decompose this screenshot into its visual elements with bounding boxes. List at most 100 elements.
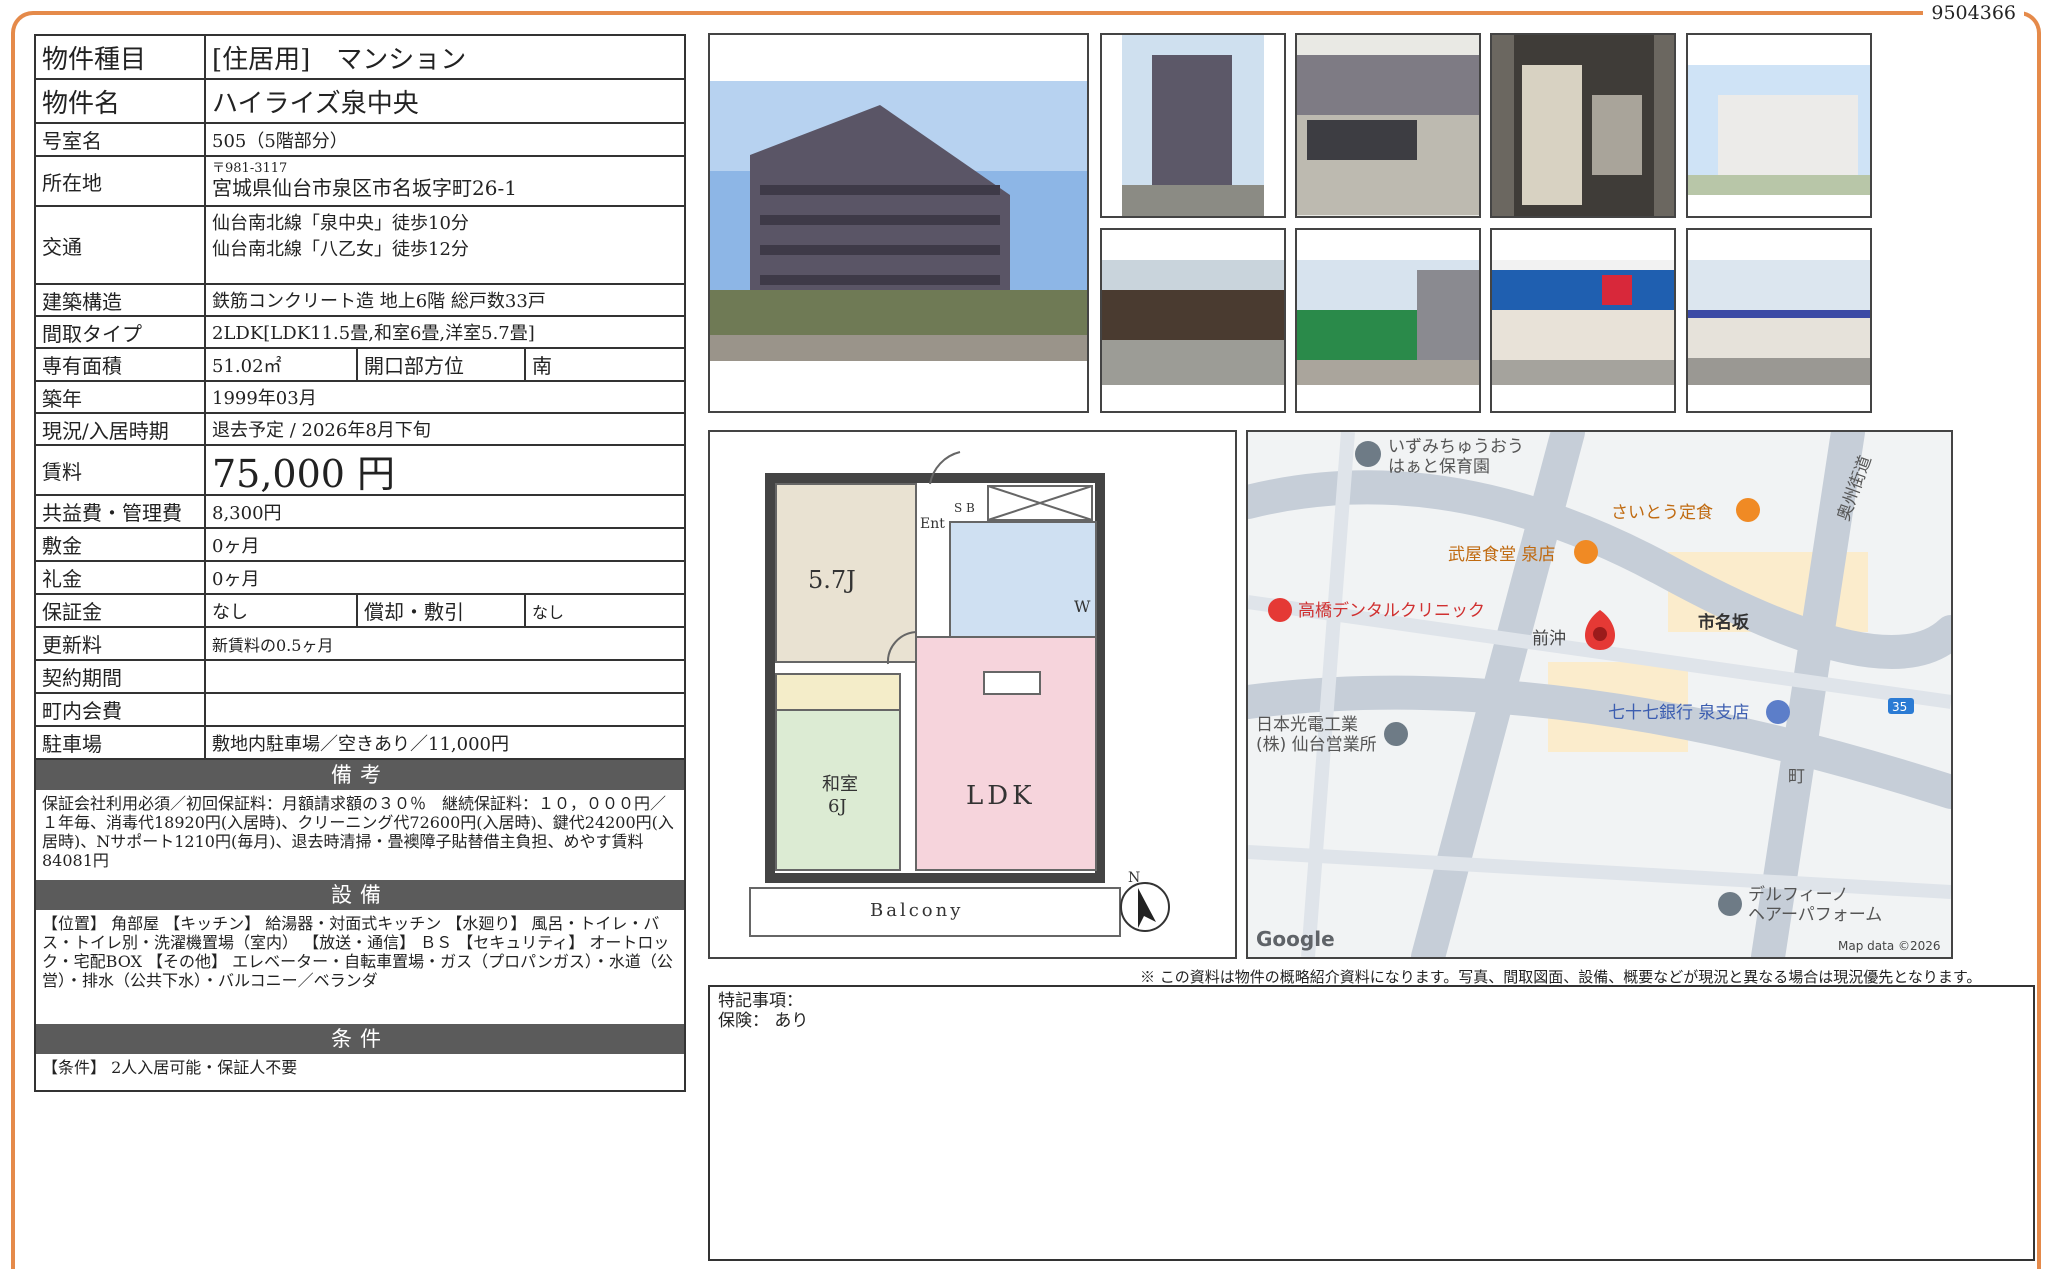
name-value: ハイライズ泉中央: [212, 88, 419, 119]
deposit-value: 0ヶ月: [212, 535, 260, 557]
thumb-mailbox-image: [1492, 35, 1674, 216]
remarks-text: 保証会社利用必須／初回保証料：月額請求額の３０％ 継続保証料：１０，０００円／１…: [42, 794, 674, 870]
thumb-pharmacy: [1490, 228, 1676, 413]
built-value: 1999年03月: [212, 388, 317, 409]
washer-label: W: [1074, 597, 1091, 616]
fee-value: 8,300円: [212, 502, 282, 524]
conditions-band: 条件: [36, 1024, 684, 1054]
type-label: 物件種目: [36, 36, 206, 78]
address-value: 宮城県仙台市泉区市名坂字町26-1: [212, 176, 517, 200]
thumb-mall-image: [1688, 65, 1870, 195]
map-attribution: Map data ©2026: [1838, 939, 1941, 953]
map-poi-machi: 町: [1788, 767, 1805, 787]
structure-label: 建築構造: [36, 285, 206, 315]
thumb-building-image: [1122, 35, 1264, 216]
contract-value: [206, 661, 684, 692]
name-label: 物件名: [36, 80, 206, 122]
map-poi-ichinazaka: 市名坂: [1698, 612, 1750, 633]
thumb-mailbox: [1490, 33, 1676, 218]
conditions-text: 【条件】 2人入居可能・保証人不要: [42, 1058, 298, 1077]
address-cell: 〒981-3117 宮城県仙台市泉区市名坂字町26-1: [206, 157, 684, 205]
map-poi-nihon-kohden-1: 日本光電工業: [1256, 715, 1358, 735]
map-google-logo: Google: [1256, 927, 1335, 951]
community-value: [206, 694, 684, 725]
thumb-store-image: [1688, 260, 1870, 385]
address-zip: 〒981-3117: [212, 161, 288, 176]
thumb-coop: [1295, 228, 1481, 413]
rent-label: 賃料: [36, 446, 206, 494]
layout-value: 2LDK[LDK11.5畳,和室6畳,洋室5.7畳]: [212, 323, 535, 344]
community-label: 町内会費: [36, 694, 206, 725]
map-drawing: いずみちゅうおう はぁと保育園 さいとう定食 武屋食堂 泉店 高橋デンタルクリニ…: [1248, 432, 1951, 957]
map-poi-salon-1: デルフィーノ: [1748, 884, 1849, 905]
map-poi-nursery-1: いずみちゅうおう: [1388, 437, 1524, 457]
map-route-35: 35: [1892, 700, 1907, 714]
floor-plan: 5.7J 和室 6J LDK Balcony Ent S B W N: [708, 430, 1237, 959]
amort-label: 償却・敷引: [356, 595, 526, 626]
direction-label: 開口部方位: [356, 349, 526, 380]
building-photo-image: [710, 81, 1087, 361]
entrance-label: Ent: [920, 516, 945, 532]
direction-value: 南: [532, 354, 552, 378]
remarks-band: 備考: [36, 760, 684, 790]
area-label: 専有面積: [36, 349, 206, 380]
thumb-convenience-store: [1686, 228, 1872, 413]
thumb-shopping-mall: [1686, 33, 1872, 218]
keymoney-label: 礼金: [36, 562, 206, 593]
map-poi-bank: 七十七銀行 泉支店: [1608, 703, 1749, 723]
status-label: 現況/入居時期: [36, 414, 206, 444]
map-poi-nursery-2: はぁと保育園: [1388, 457, 1490, 477]
map-poi-saito: さいとう定食: [1611, 503, 1713, 523]
map-poi-maeoki: 前沖: [1532, 629, 1566, 649]
building-main-photo: [708, 33, 1089, 413]
ldk-label: LDK: [966, 781, 1036, 811]
amort-value: なし: [532, 602, 565, 622]
document-number: 9504366: [1923, 0, 2024, 26]
thumb-mcdonalds: [1100, 228, 1286, 413]
fee-label: 共益費・管理費: [36, 496, 206, 527]
room1-label: 5.7J: [808, 566, 856, 594]
built-label: 築年: [36, 382, 206, 412]
renewal-label: 更新料: [36, 628, 206, 659]
thumb-coop-image: [1297, 260, 1479, 385]
thumb-pharmacy-image: [1492, 260, 1674, 385]
contract-label: 契約期間: [36, 661, 206, 692]
deposit-label: 敷金: [36, 529, 206, 560]
equipment-text: 【位置】 角部屋 【キッチン】 給湯器・対面式キッチン 【水廻り】 風呂・トイレ…: [42, 914, 673, 990]
map-poi-nihon-kohden-2: (株) 仙台営業所: [1256, 735, 1377, 755]
transit-line2: 仙台南北線「八乙女」徒歩12分: [212, 239, 469, 260]
address-label: 所在地: [36, 157, 206, 205]
room-label: 号室名: [36, 124, 206, 155]
washitsu-label: 和室: [822, 774, 858, 795]
location-map: いずみちゅうおう はぁと保育園 さいとう定食 武屋食堂 泉店 高橋デンタルクリニ…: [1246, 430, 1953, 959]
equipment-band: 設備: [36, 880, 684, 910]
room-value: 505（5階部分）: [212, 130, 348, 152]
washitsu-size: 6J: [828, 796, 847, 817]
shoe-box-label: S B: [954, 501, 975, 515]
map-poi-dental: 高橋デンタルクリニック: [1298, 600, 1485, 621]
transit-line1: 仙台南北線「泉中央」徒歩10分: [212, 213, 469, 234]
disclaimer-note: ※ この資料は物件の概略紹介資料になります。写真、間取図面、設備、概要などが現況…: [1140, 968, 1982, 986]
map-poi-takeya: 武屋食堂 泉店: [1448, 545, 1555, 565]
parking-label: 駐車場: [36, 727, 206, 758]
balcony-label: Balcony: [870, 900, 963, 921]
insurance-note: 保険： あり: [718, 1011, 809, 1031]
parking-value: 敷地内駐車場／空きあり／11,000円: [212, 733, 509, 755]
renewal-value: 新賃料の0.5ヶ月: [212, 635, 334, 655]
transit-cell: 仙台南北線「泉中央」徒歩10分 仙台南北線「八乙女」徒歩12分: [206, 207, 684, 283]
special-notes-box: 特記事項： 保険： あり: [708, 985, 2035, 1261]
area-value: 51.02㎡: [212, 355, 282, 377]
special-notes-label: 特記事項：: [718, 991, 803, 1011]
guarantee-value: なし: [212, 601, 248, 623]
keymoney-value: 0ヶ月: [212, 568, 260, 590]
guarantee-label: 保証金: [36, 595, 206, 626]
structure-value: 鉄筋コンクリート造 地上6階 総戸数33戸: [212, 291, 546, 312]
thumb-parking-image: [1297, 35, 1479, 216]
north-label: N: [1128, 870, 1140, 886]
floor-plan-drawing: 5.7J 和室 6J LDK Balcony Ent S B W N: [749, 451, 1170, 937]
thumb-mcdonalds-image: [1102, 260, 1284, 385]
type-value: [住居用] マンション: [212, 44, 467, 75]
map-poi-salon-2: ヘアーパフォーム: [1748, 905, 1882, 925]
thumb-parking: [1295, 33, 1481, 218]
transit-label: 交通: [36, 207, 206, 283]
